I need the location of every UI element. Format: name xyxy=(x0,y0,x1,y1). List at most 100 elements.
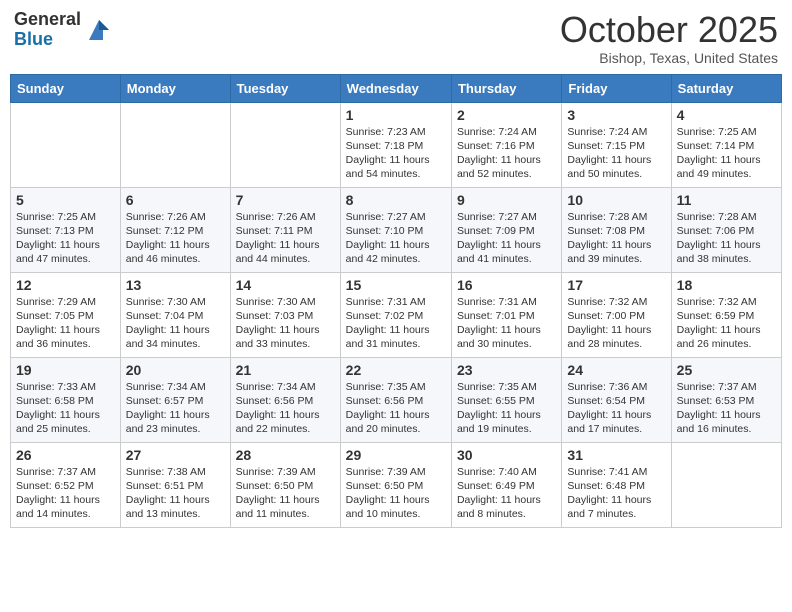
day-info: Sunrise: 7:23 AM Sunset: 7:18 PM Dayligh… xyxy=(346,125,446,182)
day-number: 14 xyxy=(236,277,335,293)
calendar-cell xyxy=(120,102,230,187)
day-info: Sunrise: 7:26 AM Sunset: 7:12 PM Dayligh… xyxy=(126,210,225,267)
calendar-cell: 15Sunrise: 7:31 AM Sunset: 7:02 PM Dayli… xyxy=(340,272,451,357)
day-info: Sunrise: 7:40 AM Sunset: 6:49 PM Dayligh… xyxy=(457,465,556,522)
calendar-cell: 17 Sunrise: 7:32 AM Sunset: 7:00 PM Dayli… xyxy=(562,272,671,357)
calendar-cell: 6 Sunrise: 7:26 AM Sunset: 7:12 PM Daylig… xyxy=(120,187,230,272)
location-text: Bishop, Texas, United States xyxy=(560,50,778,66)
day-number: 18 xyxy=(677,277,776,293)
calendar-header-row: SundayMondayTuesdayWednesdayThursdayFrid… xyxy=(11,74,782,102)
day-info: Sunrise: 7:28 AM Sunset: 7:06 PM Dayligh… xyxy=(677,210,776,267)
day-number: 27 xyxy=(126,447,225,463)
calendar-cell: 20 Sunrise: 7:34 AM Sunset: 6:57 PM Dayli… xyxy=(120,357,230,442)
day-info: Sunrise: 7:34 AM Sunset: 6:57 PM Dayligh… xyxy=(126,380,225,437)
week-row-3: 12Sunrise: 7:29 AM Sunset: 7:05 PM Dayli… xyxy=(11,272,782,357)
day-number: 11 xyxy=(677,192,776,208)
week-row-1: 1 Sunrise: 7:23 AM Sunset: 7:18 PM Daylig… xyxy=(11,102,782,187)
day-info: Sunrise: 7:27 AM Sunset: 7:10 PM Dayligh… xyxy=(346,210,446,267)
day-number: 30 xyxy=(457,447,556,463)
calendar-cell xyxy=(230,102,340,187)
calendar-cell: 3 Sunrise: 7:24 AM Sunset: 7:15 PM Daylig… xyxy=(562,102,671,187)
day-number: 17 xyxy=(567,277,665,293)
day-info: Sunrise: 7:35 AM Sunset: 6:56 PM Dayligh… xyxy=(346,380,446,437)
day-number: 31 xyxy=(567,447,665,463)
day-number: 24 xyxy=(567,362,665,378)
page-header: General Blue October 2025 Bishop, Texas,… xyxy=(10,10,782,66)
calendar-cell xyxy=(671,442,781,527)
day-info: Sunrise: 7:27 AM Sunset: 7:09 PM Dayligh… xyxy=(457,210,556,267)
day-info: Sunrise: 7:30 AM Sunset: 7:03 PM Dayligh… xyxy=(236,295,335,352)
calendar-cell: 30 Sunrise: 7:40 AM Sunset: 6:49 PM Dayli… xyxy=(451,442,561,527)
calendar-cell: 7 Sunrise: 7:26 AM Sunset: 7:11 PM Daylig… xyxy=(230,187,340,272)
calendar-cell: 21Sunrise: 7:34 AM Sunset: 6:56 PM Dayli… xyxy=(230,357,340,442)
day-number: 8 xyxy=(346,192,446,208)
day-info: Sunrise: 7:36 AM Sunset: 6:54 PM Dayligh… xyxy=(567,380,665,437)
calendar-cell: 23 Sunrise: 7:35 AM Sunset: 6:55 PM Dayli… xyxy=(451,357,561,442)
calendar-cell: 26Sunrise: 7:37 AM Sunset: 6:52 PM Dayli… xyxy=(11,442,121,527)
day-number: 26 xyxy=(16,447,115,463)
logo-general-text: General xyxy=(14,10,81,30)
day-info: Sunrise: 7:25 AM Sunset: 7:14 PM Dayligh… xyxy=(677,125,776,182)
logo: General Blue xyxy=(14,10,113,50)
day-number: 5 xyxy=(16,192,115,208)
week-row-4: 19Sunrise: 7:33 AM Sunset: 6:58 PM Dayli… xyxy=(11,357,782,442)
day-number: 25 xyxy=(677,362,776,378)
day-info: Sunrise: 7:31 AM Sunset: 7:02 PM Dayligh… xyxy=(346,295,446,352)
day-header-tuesday: Tuesday xyxy=(230,74,340,102)
calendar-cell: 10 Sunrise: 7:28 AM Sunset: 7:08 PM Dayli… xyxy=(562,187,671,272)
day-number: 13 xyxy=(126,277,225,293)
day-number: 23 xyxy=(457,362,556,378)
calendar-cell: 27Sunrise: 7:38 AM Sunset: 6:51 PM Dayli… xyxy=(120,442,230,527)
day-info: Sunrise: 7:28 AM Sunset: 7:08 PM Dayligh… xyxy=(567,210,665,267)
day-number: 20 xyxy=(126,362,225,378)
day-number: 4 xyxy=(677,107,776,123)
day-info: Sunrise: 7:41 AM Sunset: 6:48 PM Dayligh… xyxy=(567,465,665,522)
day-header-monday: Monday xyxy=(120,74,230,102)
day-info: Sunrise: 7:24 AM Sunset: 7:16 PM Dayligh… xyxy=(457,125,556,182)
logo-icon xyxy=(85,16,113,44)
day-info: Sunrise: 7:24 AM Sunset: 7:15 PM Dayligh… xyxy=(567,125,665,182)
day-number: 16 xyxy=(457,277,556,293)
day-info: Sunrise: 7:37 AM Sunset: 6:53 PM Dayligh… xyxy=(677,380,776,437)
calendar-table: SundayMondayTuesdayWednesdayThursdayFrid… xyxy=(10,74,782,528)
day-number: 3 xyxy=(567,107,665,123)
day-info: Sunrise: 7:30 AM Sunset: 7:04 PM Dayligh… xyxy=(126,295,225,352)
calendar-cell: 4 Sunrise: 7:25 AM Sunset: 7:14 PM Daylig… xyxy=(671,102,781,187)
day-header-friday: Friday xyxy=(562,74,671,102)
calendar-cell: 11 Sunrise: 7:28 AM Sunset: 7:06 PM Dayli… xyxy=(671,187,781,272)
calendar-cell: 31 Sunrise: 7:41 AM Sunset: 6:48 PM Dayli… xyxy=(562,442,671,527)
month-title: October 2025 xyxy=(560,10,778,50)
day-header-sunday: Sunday xyxy=(11,74,121,102)
day-info: Sunrise: 7:31 AM Sunset: 7:01 PM Dayligh… xyxy=(457,295,556,352)
day-number: 6 xyxy=(126,192,225,208)
day-info: Sunrise: 7:35 AM Sunset: 6:55 PM Dayligh… xyxy=(457,380,556,437)
day-number: 10 xyxy=(567,192,665,208)
day-number: 1 xyxy=(346,107,446,123)
day-info: Sunrise: 7:32 AM Sunset: 6:59 PM Dayligh… xyxy=(677,295,776,352)
day-number: 7 xyxy=(236,192,335,208)
calendar-cell: 9Sunrise: 7:27 AM Sunset: 7:09 PM Daylig… xyxy=(451,187,561,272)
day-info: Sunrise: 7:26 AM Sunset: 7:11 PM Dayligh… xyxy=(236,210,335,267)
day-number: 28 xyxy=(236,447,335,463)
day-header-saturday: Saturday xyxy=(671,74,781,102)
title-block: October 2025 Bishop, Texas, United State… xyxy=(560,10,778,66)
day-number: 2 xyxy=(457,107,556,123)
day-info: Sunrise: 7:25 AM Sunset: 7:13 PM Dayligh… xyxy=(16,210,115,267)
day-info: Sunrise: 7:39 AM Sunset: 6:50 PM Dayligh… xyxy=(236,465,335,522)
calendar-cell: 12Sunrise: 7:29 AM Sunset: 7:05 PM Dayli… xyxy=(11,272,121,357)
calendar-cell: 1 Sunrise: 7:23 AM Sunset: 7:18 PM Daylig… xyxy=(340,102,451,187)
day-info: Sunrise: 7:33 AM Sunset: 6:58 PM Dayligh… xyxy=(16,380,115,437)
week-row-5: 26Sunrise: 7:37 AM Sunset: 6:52 PM Dayli… xyxy=(11,442,782,527)
calendar-cell: 5 Sunrise: 7:25 AM Sunset: 7:13 PM Daylig… xyxy=(11,187,121,272)
calendar-cell: 28 Sunrise: 7:39 AM Sunset: 6:50 PM Dayli… xyxy=(230,442,340,527)
calendar-cell: 25 Sunrise: 7:37 AM Sunset: 6:53 PM Dayli… xyxy=(671,357,781,442)
calendar-cell: 8 Sunrise: 7:27 AM Sunset: 7:10 PM Daylig… xyxy=(340,187,451,272)
day-number: 29 xyxy=(346,447,446,463)
day-info: Sunrise: 7:32 AM Sunset: 7:00 PM Dayligh… xyxy=(567,295,665,352)
day-number: 21 xyxy=(236,362,335,378)
calendar-cell xyxy=(11,102,121,187)
calendar-cell: 22Sunrise: 7:35 AM Sunset: 6:56 PM Dayli… xyxy=(340,357,451,442)
calendar-cell: 18 Sunrise: 7:32 AM Sunset: 6:59 PM Dayli… xyxy=(671,272,781,357)
day-info: Sunrise: 7:29 AM Sunset: 7:05 PM Dayligh… xyxy=(16,295,115,352)
calendar-cell: 16 Sunrise: 7:31 AM Sunset: 7:01 PM Dayli… xyxy=(451,272,561,357)
